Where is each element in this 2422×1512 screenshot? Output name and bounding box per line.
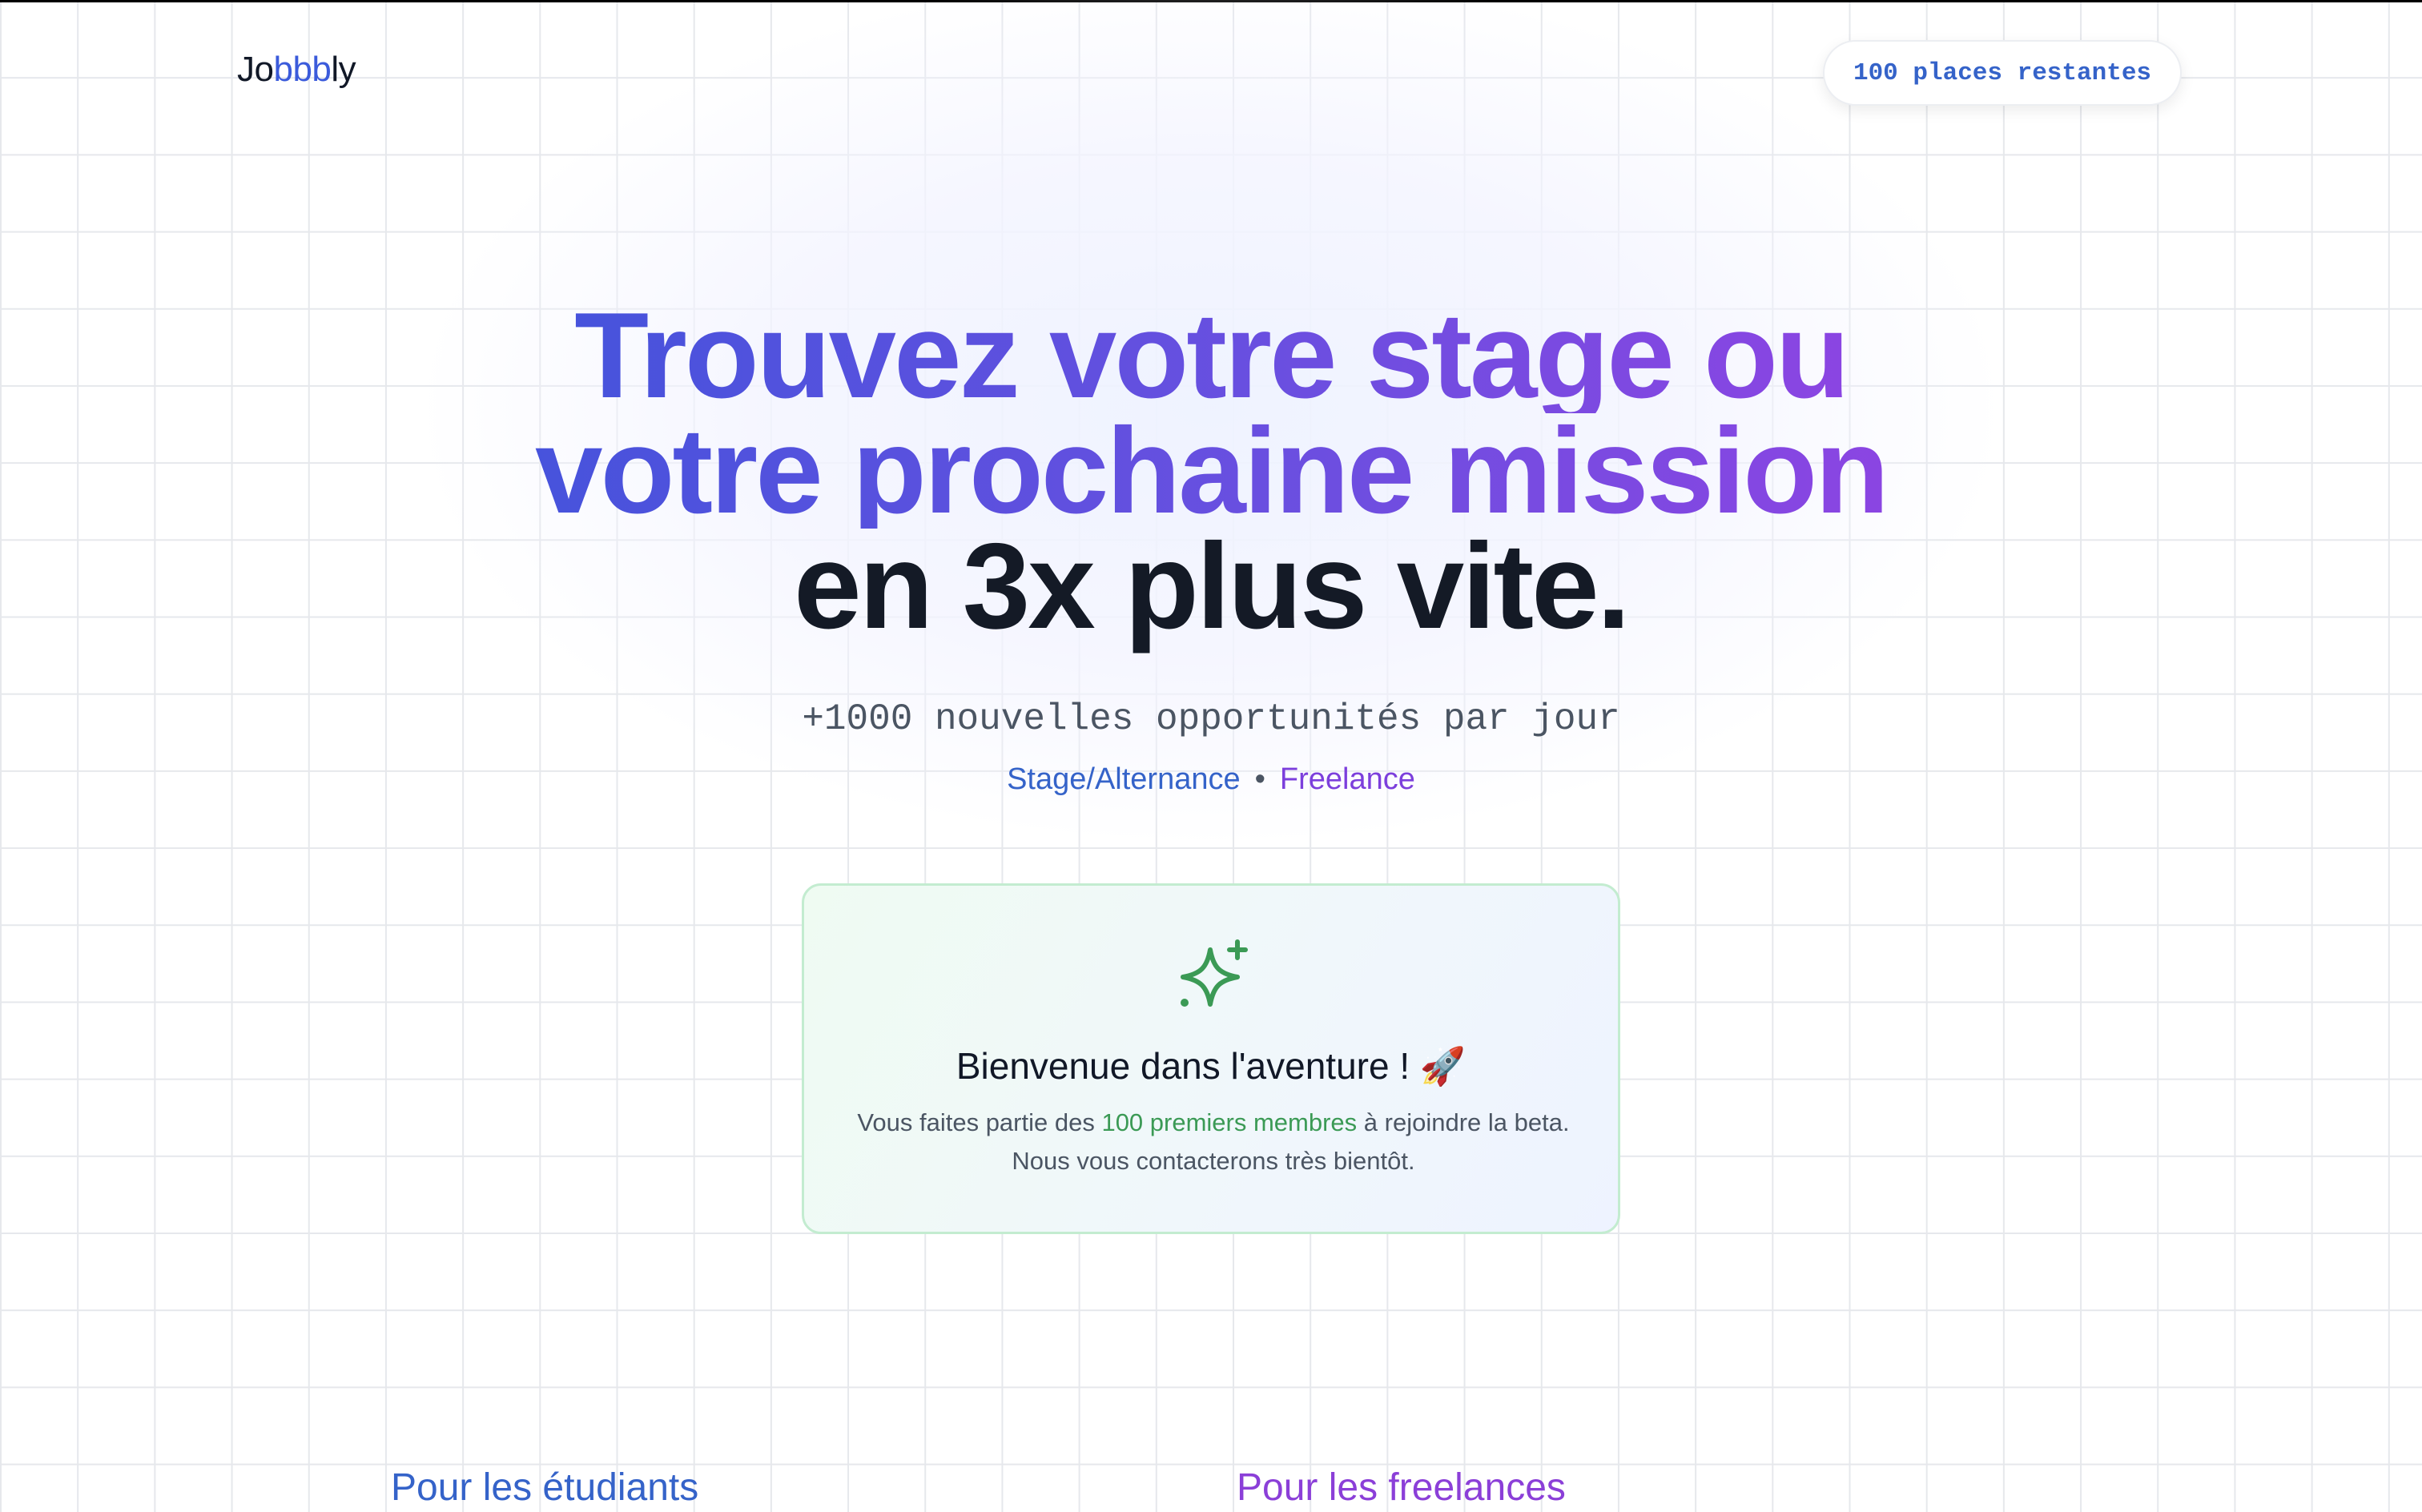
- opportunity-tags: Stage/Alternance • Freelance: [0, 762, 2422, 797]
- tag-separator: •: [1254, 762, 1265, 796]
- hero-title-line-1: Trouvez votre stage ou: [574, 288, 1850, 424]
- welcome-card: Bienvenue dans l'aventure ! 🚀 Vous faite…: [802, 883, 1620, 1234]
- logo-part-3: ly: [331, 50, 356, 89]
- places-remaining-label: 100 places restantes: [1853, 58, 2152, 87]
- logo-part-1: Jo: [237, 50, 274, 89]
- logo-part-2: bbb: [273, 50, 332, 89]
- tag-stage-alternance: Stage/Alternance: [1007, 762, 1241, 796]
- freelances-section-title: Pour les freelances: [1237, 1466, 1566, 1509]
- hero-title-line-2: votre prochaine mission: [535, 403, 1889, 539]
- hero-title: Trouvez votre stage ou votre prochaine m…: [0, 288, 2422, 647]
- hero-subtitle: +1000 nouvelles opportunités par jour: [802, 698, 1620, 740]
- welcome-message: Vous faites partie des 100 premiers memb…: [852, 1104, 1575, 1180]
- top-border: [0, 0, 2422, 2]
- hero-title-line-3: en 3x plus vite.: [794, 518, 1631, 654]
- logo[interactable]: Jobbbly: [237, 50, 356, 90]
- welcome-message-start: Vous faites partie des: [857, 1108, 1102, 1136]
- welcome-title: Bienvenue dans l'aventure ! 🚀: [956, 1045, 1466, 1087]
- tag-freelance: Freelance: [1279, 762, 1415, 796]
- places-remaining-badge: 100 places restantes: [1823, 40, 2182, 106]
- sparkle-icon: [1181, 939, 1248, 1007]
- students-section-title: Pour les étudiants: [391, 1466, 699, 1509]
- welcome-message-highlight: 100 premiers membres: [1101, 1108, 1358, 1136]
